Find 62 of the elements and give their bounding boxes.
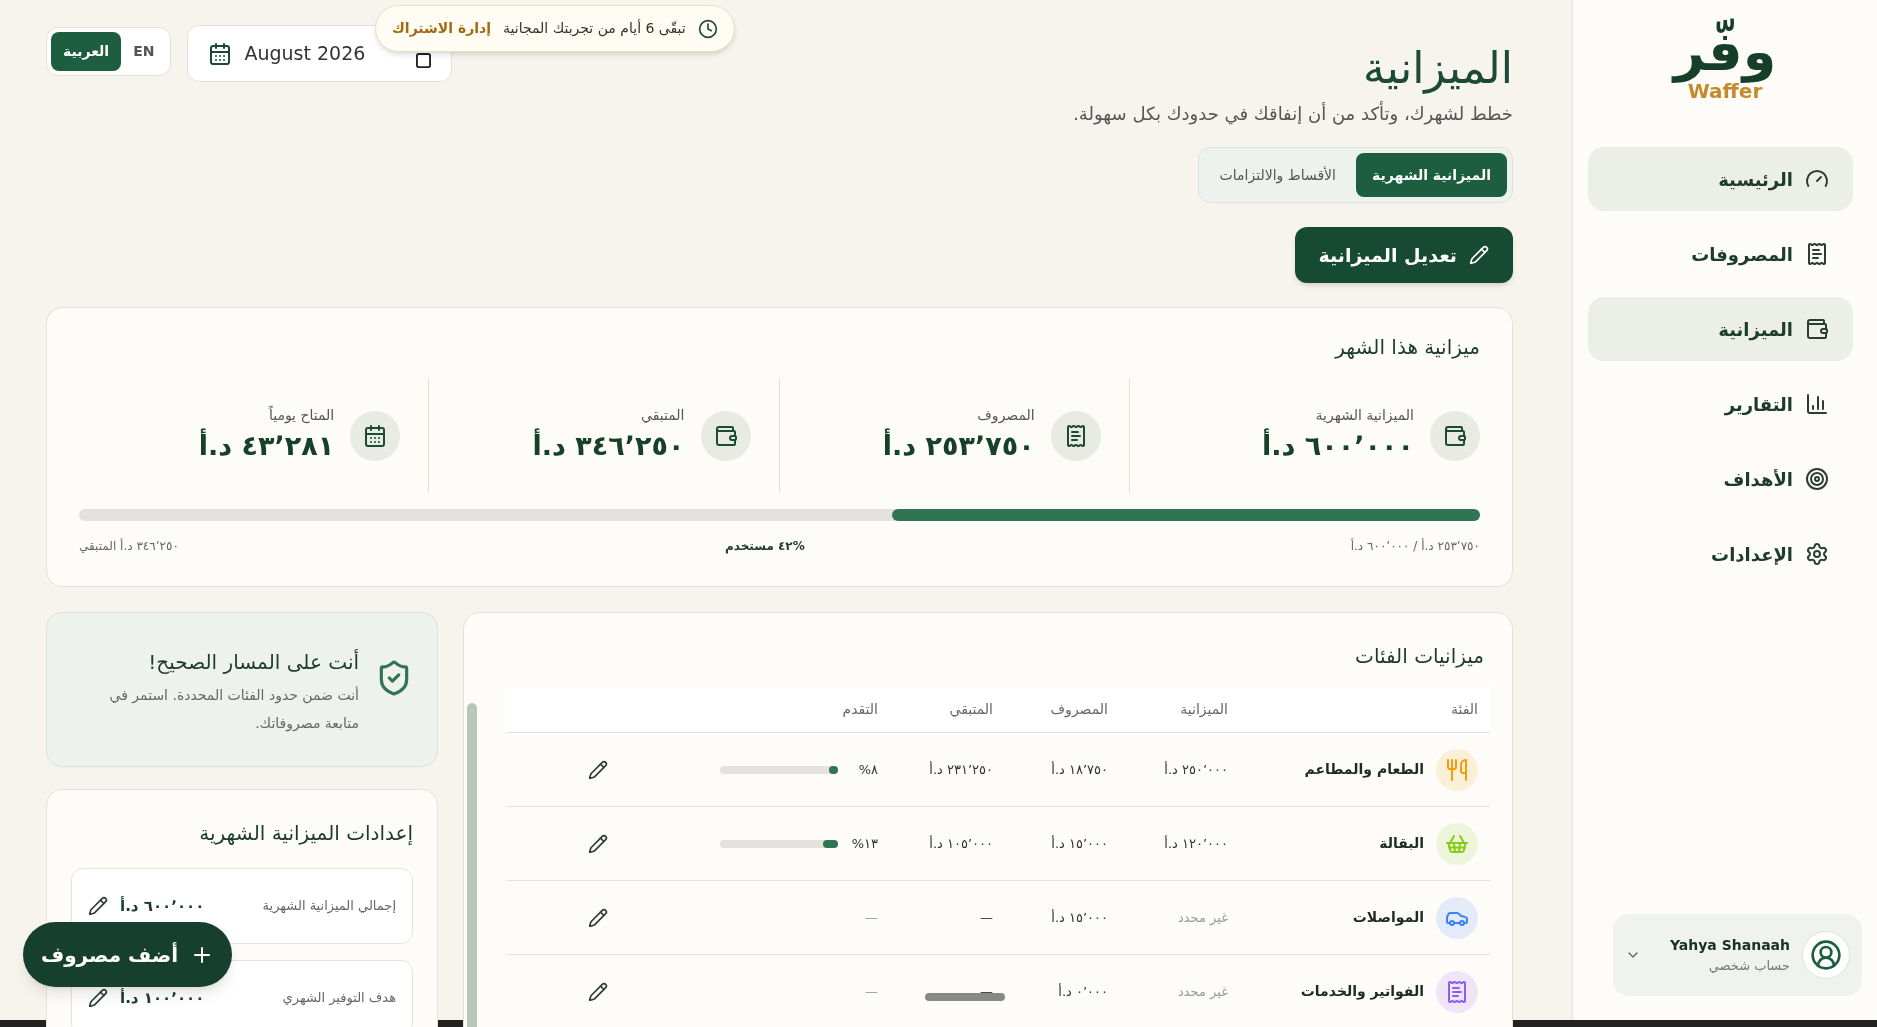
table-cell-text: غير محدد [1178,982,1228,1001]
page-title: الميزانية [1363,41,1513,96]
category-name: البقالة [1379,834,1424,853]
table-cell-text: ١٥٬٠٠٠ د.أ [1051,834,1108,853]
stat-value: ٢٥٣٬٧٥٠ د.أ [882,427,1035,463]
nav-item[interactable]: الميزانية [1588,297,1853,361]
category-name: المواصلات [1352,908,1424,928]
table-cell-text: ١٥٬٠٠٠ د.أ [1051,908,1108,927]
tab[interactable]: الميزانية الشهرية [1356,153,1507,197]
page-subtitle: خطط لشهرك، وتأكد من أن إنفاقك في حدودك بكل سهولة. [1073,100,1513,127]
nav-item[interactable]: التقارير [1588,372,1853,436]
column-header: المتبقي [949,700,993,719]
progress-percent: ١٣% [850,834,878,853]
table-cell-text: ١٢٠٬٠٠٠ د.أ [1164,834,1228,853]
table-cell-text: ١٨٬٧٥٠ د.أ [1051,760,1108,779]
stat-value: ٣٤٦٬٢٥٠ د.أ [532,427,685,463]
table-cell-text: — [980,908,993,927]
table-cell-text: ٢٣١٬٢٥٠ د.أ [929,760,993,779]
user-name: Yahya Shanaah [1669,935,1790,955]
column-header: الميزانية [1180,700,1228,720]
nav-item[interactable]: الإعدادات [1588,522,1853,586]
table-cell-text: — [865,982,878,1001]
column-header: المصروف [1050,700,1108,720]
table-cell-text: غير محدد [1178,908,1228,927]
column-header: الفئة [1451,700,1478,719]
section-title: ميزانية هذا الشهر [1333,334,1480,361]
stat-value: ٦٠٠٬٠٠٠ د.أ [1262,427,1414,463]
used-percent: %٤٢ مستخدم [724,538,805,555]
stat-label: المتبقي [641,405,685,425]
table-cell-text: — [865,908,878,927]
status-text: أنت ضمن حدود الفئات المحددة. استمر في متابعة مصروفاتك. [108,685,359,734]
progress-percent: ٨% [857,760,878,779]
section-title: ميزانيات الفئات [1354,643,1484,670]
section-title: إعدادات الميزانية الشهرية [198,820,413,847]
tab[interactable]: الأقساط والالتزامات [1203,153,1352,197]
nav-item[interactable]: المصروفات [1588,222,1853,286]
setting-label: إجمالي الميزانية الشهرية [262,897,396,916]
table-cell-text: ٢٥٠٬٠٠٠ د.أ [1164,760,1228,779]
table-cell-text: — [980,982,993,1001]
stat-label: الميزانية الشهرية [1315,405,1414,426]
account-type: حساب شخصي [1708,956,1790,975]
stat-label: المصروف [977,405,1035,426]
status-title: أنت على المسار الصحيح! [148,648,359,676]
table-cell-text: ٠٬٠٠٠ د.أ [1058,982,1108,1001]
column-header: التقدم [842,700,878,719]
setting-value: ١٠٠٬٠٠٠ د.أ [120,987,205,1009]
remaining-text: ٣٤٦٬٢٥٠ د.أ المتبقي [79,537,179,555]
language-option[interactable]: العربية [51,32,122,71]
setting-value: ٦٠٠٬٠٠٠ د.أ [120,895,205,917]
nav-item[interactable]: الرئيسية [1588,147,1853,211]
add-expense-button[interactable]: أضف مصروف [23,922,232,987]
edit-budget-button[interactable]: تعديل الميزانية [1294,227,1513,283]
spent-of-total: ٢٥٣٬٧٥٠ د.أ / ٦٠٠٬٠٠٠ د.أ [1350,537,1480,555]
category-name: الطعام والمطاعم [1304,760,1424,780]
category-name: الفواتير والخدمات [1300,982,1424,1002]
stat-value: ٤٣٬٢٨١ د.أ [198,427,335,463]
setting-label: هدف التوفير الشهري [282,989,396,1008]
language-option[interactable]: EN [121,32,167,71]
trial-text: تبقّى 6 أيام من تجربتك المجانية [503,18,686,39]
nav-item[interactable]: الأهداف [1588,447,1853,511]
table-cell-text: ١٠٥٬٠٠٠ د.أ [929,834,993,853]
stat-label: المتاح يومياً [268,404,335,426]
